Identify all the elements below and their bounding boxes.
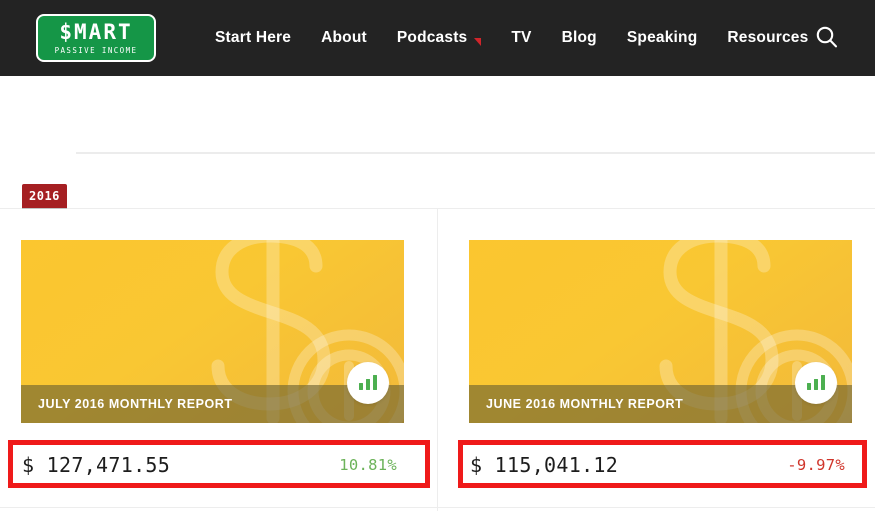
nav-label: Start Here [215, 29, 292, 46]
nav-item-blog[interactable]: Blog [547, 29, 612, 47]
nav-item-podcasts[interactable]: Podcasts [382, 29, 497, 47]
report-value-row: $ 127,471.55 10.81% [22, 448, 397, 482]
bar-chart-icon[interactable] [347, 362, 389, 404]
chart-bar-1 [359, 383, 364, 390]
nav-item-tv[interactable]: TV [496, 29, 546, 47]
chart-bar-3 [372, 375, 377, 390]
report-change-percent: 10.81% [339, 456, 397, 474]
search-icon[interactable] [812, 23, 842, 53]
report-title-bar: JULY 2016 MONTHLY REPORT [21, 385, 404, 423]
chart-bar-2 [366, 379, 370, 390]
nav-label: Podcasts [396, 29, 468, 46]
nav-item-resources[interactable]: Resources [712, 29, 823, 47]
site-logo[interactable]: $MART PASSIVE INCOME [36, 14, 156, 62]
logo-main-text: $MART [59, 19, 133, 44]
report-card[interactable]: JULY 2016 MONTHLY REPORT [21, 240, 404, 423]
chart-bar-1 [807, 383, 812, 390]
report-title: JUNE 2016 MONTHLY REPORT [486, 397, 684, 411]
site-header: $MART PASSIVE INCOME Start Here About Po… [0, 0, 875, 76]
nav-item-about[interactable]: About [306, 29, 382, 47]
content-top-divider [76, 152, 875, 154]
chart-bar-3 [820, 375, 825, 390]
report-card[interactable]: JUNE 2016 MONTHLY REPORT [469, 240, 852, 423]
nav-item-speaking[interactable]: Speaking [612, 29, 713, 47]
report-title: JULY 2016 MONTHLY REPORT [38, 397, 233, 411]
nav-label: Speaking [626, 29, 698, 46]
bar-chart-icon[interactable] [795, 362, 837, 404]
nav-label: Blog [561, 29, 597, 46]
column-divider [437, 209, 438, 511]
report-amount: $ 115,041.12 [470, 453, 619, 477]
chevron-down-icon [474, 38, 482, 46]
nav-label: TV [511, 29, 532, 46]
page-root: $MART PASSIVE INCOME Start Here About Po… [0, 0, 875, 511]
report-thumbnail[interactable]: JULY 2016 MONTHLY REPORT [21, 240, 404, 423]
logo-sub-text: PASSIVE INCOME [54, 45, 138, 55]
nav-item-start-here[interactable]: Start Here [200, 29, 306, 47]
report-value-row: $ 115,041.12 -9.97% [470, 448, 845, 482]
report-thumbnail[interactable]: JUNE 2016 MONTHLY REPORT [469, 240, 852, 423]
bottom-divider [0, 507, 875, 508]
year-badge: 2016 [22, 184, 67, 208]
report-title-bar: JUNE 2016 MONTHLY REPORT [469, 385, 852, 423]
nav-label: Resources [727, 29, 809, 46]
report-amount: $ 127,471.55 [22, 453, 171, 477]
chart-bar-2 [814, 379, 818, 390]
logo-plate: $MART PASSIVE INCOME [36, 14, 156, 62]
nav-label: About [321, 29, 367, 46]
report-change-percent: -9.97% [787, 456, 845, 474]
main-navigation: Start Here About Podcasts TV Blog Speaki… [200, 0, 823, 76]
